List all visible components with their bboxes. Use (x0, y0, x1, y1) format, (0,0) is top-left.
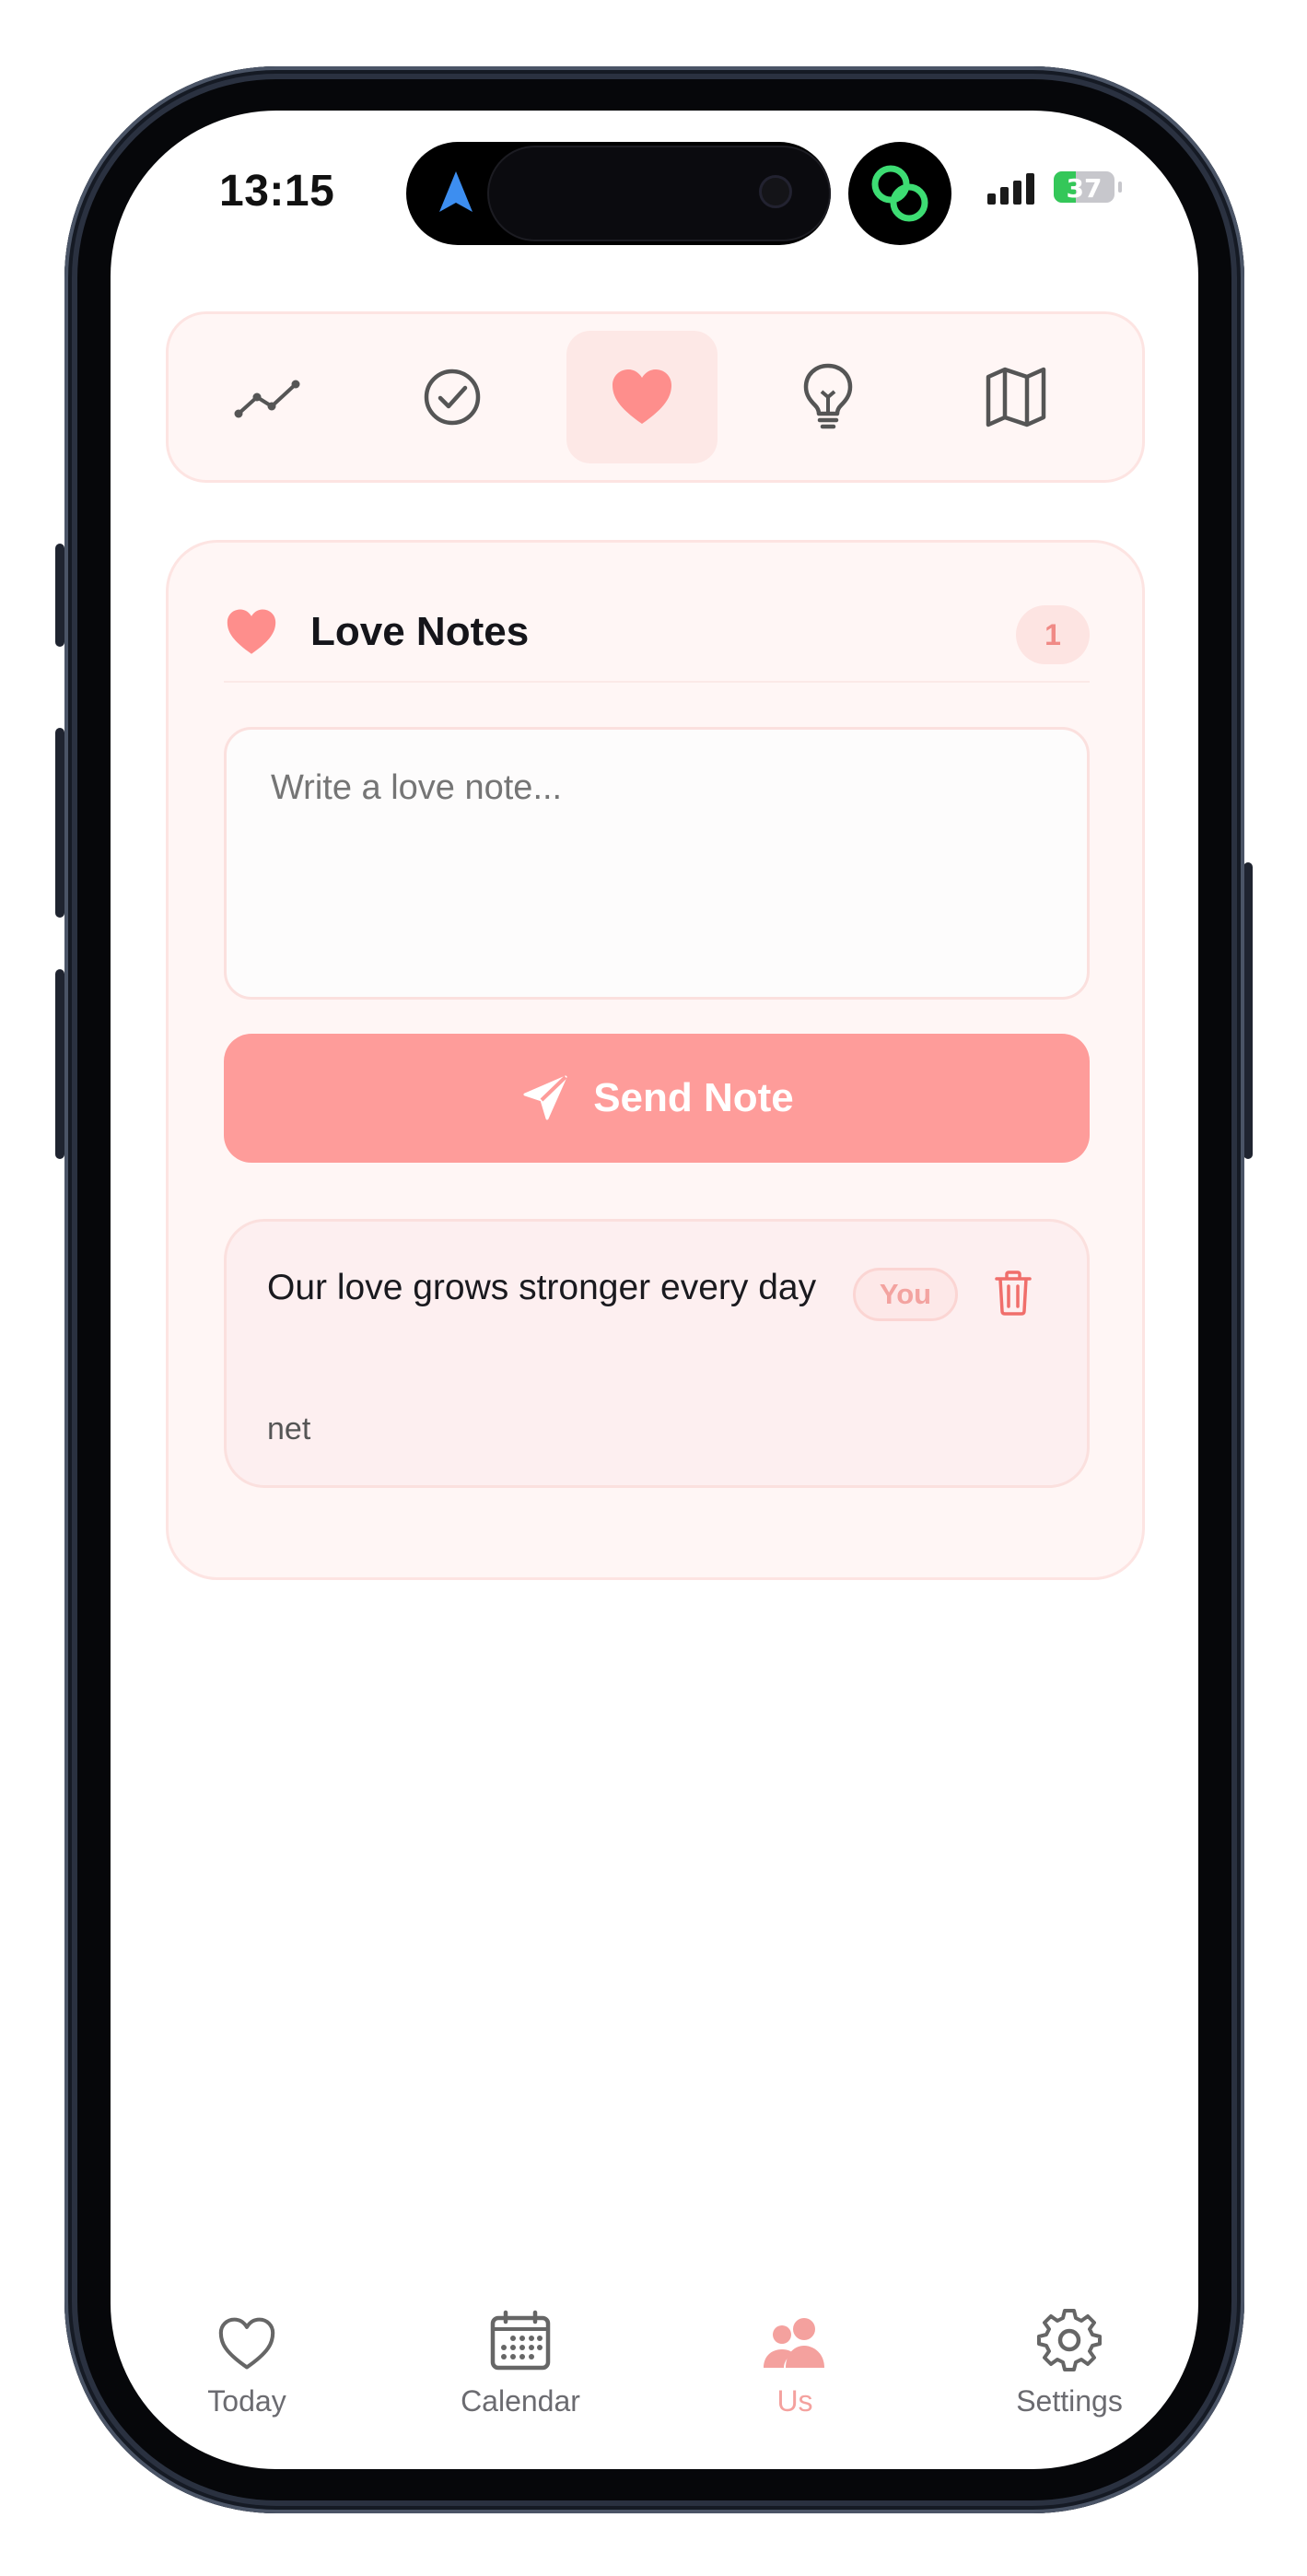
volume-down-button[interactable] (55, 969, 64, 1159)
card-title: Love Notes (310, 609, 530, 654)
send-icon (523, 1075, 567, 1120)
notes-count-badge: 1 (1016, 605, 1090, 664)
navigation-arrow-icon (439, 171, 473, 212)
section-toolbar (166, 311, 1145, 483)
tab-us-label: Us (776, 2384, 813, 2418)
toolbar-tasks-button[interactable] (377, 331, 528, 463)
send-note-button[interactable]: Send Note (224, 1034, 1090, 1163)
check-circle-icon (424, 369, 481, 426)
dynamic-island (406, 142, 831, 245)
love-note-input[interactable] (224, 727, 1090, 1000)
toolbar-trend-button[interactable] (193, 331, 344, 463)
app-screen: 13:15 37 Love Notes 1 Write a love note.… (111, 111, 1198, 2469)
tab-today-label: Today (207, 2384, 286, 2418)
heart-icon (227, 609, 276, 654)
tab-calendar-label: Calendar (461, 2384, 580, 2418)
bottom-tab-bar: Today Calendar Us Settings (111, 2301, 1198, 2430)
signal-icon (987, 173, 1034, 205)
love-note-item: Our love grows stronger every day You ne… (224, 1219, 1090, 1488)
power-button[interactable] (1243, 862, 1253, 1159)
battery-tip (1118, 181, 1122, 193)
battery-text: 37 (1066, 173, 1103, 203)
header-divider (224, 681, 1090, 683)
tab-calendar[interactable]: Calendar (428, 2301, 613, 2418)
send-note-label: Send Note (593, 1075, 794, 1120)
linked-app-bubble[interactable] (848, 142, 951, 245)
status-time: 13:15 (219, 167, 335, 216)
link-rings-icon (871, 165, 928, 222)
tab-us[interactable]: Us (703, 2301, 887, 2418)
card-header: Love Notes 1 (224, 594, 1090, 686)
tab-today[interactable]: Today (155, 2301, 339, 2418)
tab-settings[interactable]: Settings (977, 2301, 1161, 2418)
heart-outline-icon (218, 2317, 275, 2370)
action-button[interactable] (55, 544, 64, 647)
toolbar-love-notes-button[interactable] (566, 331, 718, 463)
calendar-icon (490, 2310, 551, 2371)
battery-indicator: 37 (1054, 171, 1114, 203)
note-text: Our love grows stronger every day (267, 1268, 817, 1307)
toolbar-map-button[interactable] (940, 331, 1091, 463)
heart-icon (613, 369, 671, 424)
gear-icon (1037, 2309, 1102, 2371)
people-icon (764, 2318, 824, 2368)
toolbar-ideas-button[interactable] (753, 331, 904, 463)
love-notes-card: Love Notes 1 Send Note Our love grows st… (166, 540, 1145, 1580)
note-author: net (267, 1411, 311, 1446)
trend-line-icon (234, 380, 300, 418)
author-badge: You (853, 1268, 958, 1321)
trash-icon[interactable] (993, 1270, 1033, 1316)
map-icon (986, 367, 1046, 427)
front-camera (759, 175, 792, 208)
volume-up-button[interactable] (55, 728, 64, 918)
tab-settings-label: Settings (1016, 2384, 1123, 2418)
lightbulb-icon (803, 363, 853, 429)
